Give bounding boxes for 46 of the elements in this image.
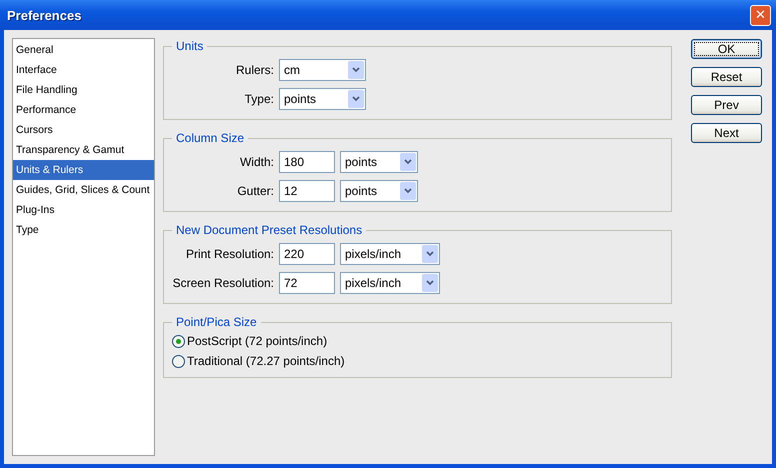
chevron-down-icon [348,60,364,78]
field-label: Rulers: [234,62,275,76]
group-title: Units [175,39,204,53]
field-label: Width: [238,154,275,168]
number-field[interactable]: 180 [279,150,335,172]
unit-dropdown[interactable]: points [279,88,366,110]
window-title: Preferences [7,8,82,22]
number-field[interactable]: 12 [279,180,335,202]
close-button[interactable]: ✕ [750,4,771,26]
number-field[interactable]: 72 [279,272,335,294]
radio-label[interactable]: PostScript (72 points/inch) [187,334,328,348]
radio-label[interactable]: Traditional (72.27 points/inch) [187,354,345,368]
dialog-button[interactable]: OK [691,39,762,59]
dialog-button[interactable]: Next [691,123,762,143]
dialog-button[interactable]: Prev [691,95,762,115]
sidebar-item[interactable]: General [13,40,154,60]
chevron-down-icon [422,244,438,262]
sidebar-item[interactable]: Interface [13,60,154,80]
unit-dropdown[interactable]: cm [279,58,366,80]
dialog-button[interactable]: Reset [691,67,762,87]
sidebar-item[interactable]: Units & Rulers [13,160,154,180]
chevron-down-icon [400,182,416,200]
field-label: Screen Resolution: [172,276,275,290]
number-field[interactable]: 220 [279,242,335,264]
group-title: Column Size [175,131,246,145]
sidebar-item[interactable]: Performance [13,100,154,120]
unit-dropdown[interactable]: pixels/inch [340,272,440,294]
unit-dropdown[interactable]: pixels/inch [340,242,440,264]
chevron-down-icon [400,152,416,170]
radio-button[interactable] [172,334,185,348]
field-label: Gutter: [236,184,275,198]
group-title: Point/Pica Size [175,315,258,329]
sidebar-item[interactable]: Guides, Grid, Slices & Count [13,180,154,200]
sidebar-item[interactable]: File Handling [13,80,154,100]
chevron-down-icon [348,90,364,108]
group-title: New Document Preset Resolutions [175,223,364,237]
sidebar-item[interactable]: Transparency & Gamut [13,140,154,160]
sidebar-item[interactable]: Type [13,220,154,240]
chevron-down-icon [422,274,438,292]
field-label: Print Resolution: [184,246,275,260]
unit-dropdown[interactable]: points [340,150,418,172]
field-label: Type: [244,92,275,106]
radio-button[interactable] [172,354,185,368]
unit-dropdown[interactable]: points [340,180,418,202]
sidebar-item[interactable]: Cursors [13,120,154,140]
sidebar-item[interactable]: Plug-Ins [13,200,154,220]
